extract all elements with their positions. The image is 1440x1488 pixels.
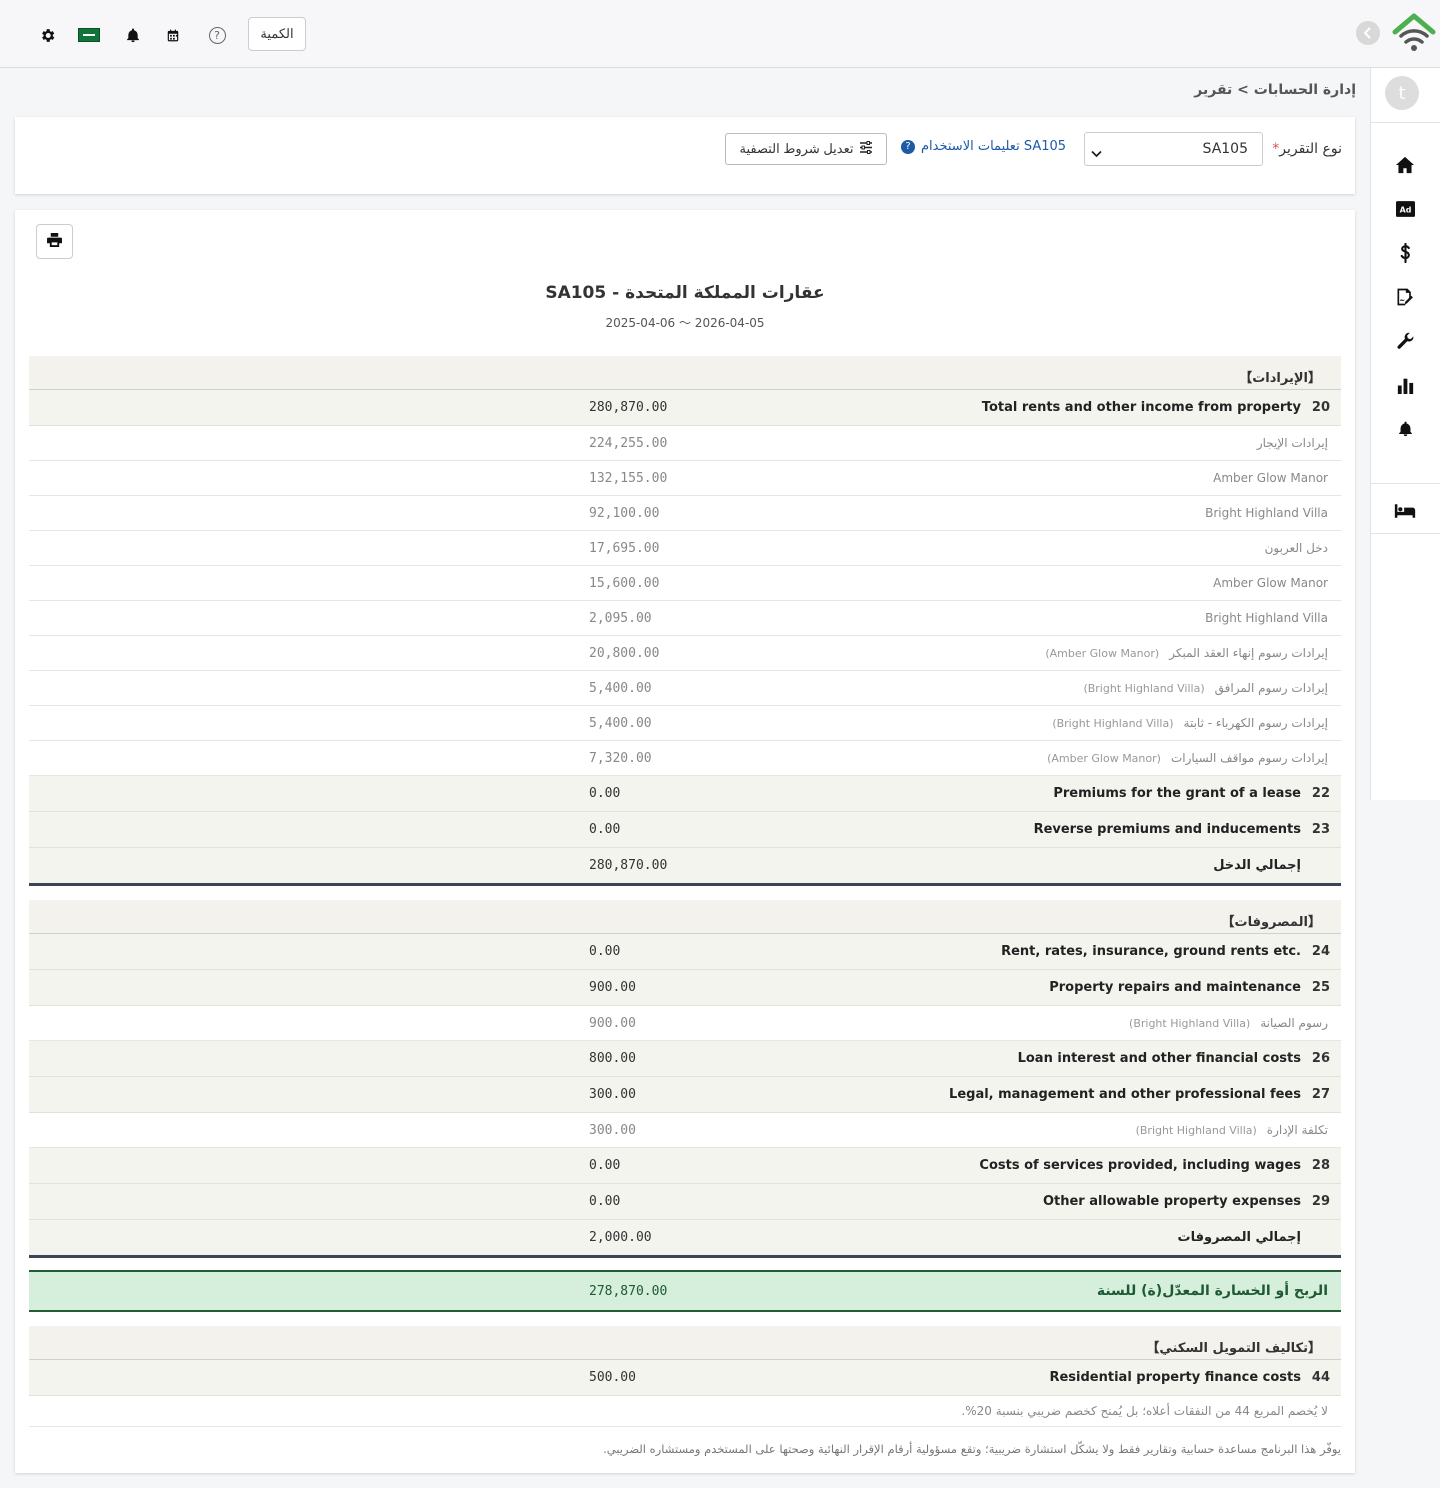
box-28-row: 28 Costs of services provided, including…: [29, 1148, 1341, 1184]
finance-costs-section-header: 【تكاليف التمويل السكني】: [29, 1326, 1341, 1360]
detail-row: تكلفة الإدارة(Bright Highland Villa) 300…: [29, 1113, 1341, 1148]
detail-row: Amber Glow Manor 15,600.00: [29, 566, 1341, 601]
detail-row: إيرادات رسوم مواقف السيارات(Amber Glow M…: [29, 741, 1341, 776]
detail-row: دخل العربون 17,695.00: [29, 531, 1341, 566]
print-button[interactable]: [36, 224, 73, 259]
sidebar-divider: [1370, 122, 1440, 123]
report-date-range: 2025-04-06 〜 2026-04-05: [605, 316, 765, 330]
detail-row: إيرادات رسوم إنهاء العقد المبكر(Amber Gl…: [29, 636, 1341, 671]
filter-panel: نوع التقرير* SA105 ? تعليمات الاستخدام S…: [15, 117, 1355, 194]
wrench-icon[interactable]: [1394, 330, 1416, 352]
detail-row: Amber Glow Manor 132,155.00: [29, 461, 1341, 496]
calendar-icon[interactable]: [162, 24, 184, 46]
report-card: SA105 - عقارات المملكة المتحدة 2025-04-0…: [15, 210, 1355, 1473]
box-25-row: 25 Property repairs and maintenance 900.…: [29, 970, 1341, 1006]
detail-row: Bright Highland Villa 92,100.00: [29, 496, 1341, 531]
disclaimer-text: يوفّر هذا البرنامج مساعدة حسابية وتقارير…: [603, 1442, 1341, 1456]
box-29-row: 29 Other allowable property expenses 0.0…: [29, 1184, 1341, 1220]
dollar-icon[interactable]: [1394, 242, 1416, 264]
box-44-row: 44 Residential property finance costs 50…: [29, 1360, 1341, 1396]
report-type-label: نوع التقرير*: [1272, 141, 1342, 157]
detail-row: رسوم الصيانة(Bright Highland Villa) 900.…: [29, 1006, 1341, 1041]
bar-chart-icon[interactable]: [1394, 374, 1416, 396]
sidebar-divider: [1370, 533, 1440, 534]
box-23-row: 23 Reverse premiums and inducements 0.00: [29, 812, 1341, 848]
box-26-row: 26 Loan interest and other financial cos…: [29, 1041, 1341, 1077]
income-section-header: 【الإيرادات】: [29, 356, 1341, 390]
detail-row: إيرادات الإيجار 224,255.00: [29, 426, 1341, 461]
collapse-sidebar-icon[interactable]: [1356, 21, 1380, 45]
gear-icon[interactable]: [36, 24, 58, 46]
box-22-row: 22 Premiums for the grant of a lease 0.0…: [29, 776, 1341, 812]
avatar[interactable]: t: [1385, 76, 1419, 110]
report-type-value: SA105: [1202, 141, 1248, 157]
report-title: SA105 - عقارات المملكة المتحدة: [545, 283, 825, 303]
usage-instructions-link[interactable]: ? تعليمات الاستخدام SA105: [901, 139, 1066, 154]
svg-text:Ad: Ad: [1399, 206, 1411, 215]
edit-filters-button[interactable]: تعديل شروط التصفية: [725, 133, 887, 165]
home-icon[interactable]: [1394, 154, 1416, 176]
expenses-section-header: 【المصروفات】: [29, 900, 1341, 934]
box-20-row: 20 Total rents and other income from pro…: [29, 390, 1341, 426]
detail-row: إيرادات رسوم المرافق(Bright Highland Vil…: [29, 671, 1341, 706]
quantity-button[interactable]: الكمية: [248, 17, 306, 51]
chevron-down-icon: [1091, 143, 1102, 162]
adjusted-profit-row: الربح أو الخسارة المعدّل(ة) للسنة 278,87…: [29, 1270, 1341, 1312]
question-circle-icon: ?: [901, 139, 915, 154]
bell-icon[interactable]: [122, 24, 144, 46]
sidebar: t Ad: [1370, 68, 1440, 800]
signature-icon[interactable]: [1394, 286, 1416, 308]
sliders-icon: [859, 141, 873, 157]
box-24-row: 24 Rent, rates, insurance, ground rents …: [29, 934, 1341, 970]
detail-row: Bright Highland Villa 2,095.00: [29, 601, 1341, 636]
brand-strip: [1356, 0, 1440, 68]
report-type-select[interactable]: SA105: [1084, 132, 1263, 166]
box-27-row: 27 Legal, management and other professio…: [29, 1077, 1341, 1113]
logo-icon[interactable]: [1391, 12, 1437, 54]
sidebar-divider: [1370, 483, 1440, 484]
breadcrumb: إدارة الحسابات > تقرير: [1194, 82, 1356, 98]
help-icon[interactable]: ?: [206, 24, 228, 46]
finance-costs-note: لا يُخصم المربع 44 من النفقات أعلاه؛ بل …: [29, 1396, 1341, 1427]
printer-icon: [47, 233, 62, 250]
ad-icon[interactable]: Ad: [1394, 198, 1416, 220]
bed-icon[interactable]: [1394, 500, 1416, 522]
detail-row: إيرادات رسوم الكهرباء - ثابتة(Bright Hig…: [29, 706, 1341, 741]
top-bar: ? الكمية: [0, 0, 1370, 68]
total-expenses-row: إجمالي المصروفات 2,000.00: [29, 1220, 1341, 1258]
bell-icon[interactable]: [1394, 418, 1416, 440]
total-income-row: إجمالي الدخل 280,870.00: [29, 848, 1341, 886]
saudi-flag-icon[interactable]: [78, 24, 100, 46]
